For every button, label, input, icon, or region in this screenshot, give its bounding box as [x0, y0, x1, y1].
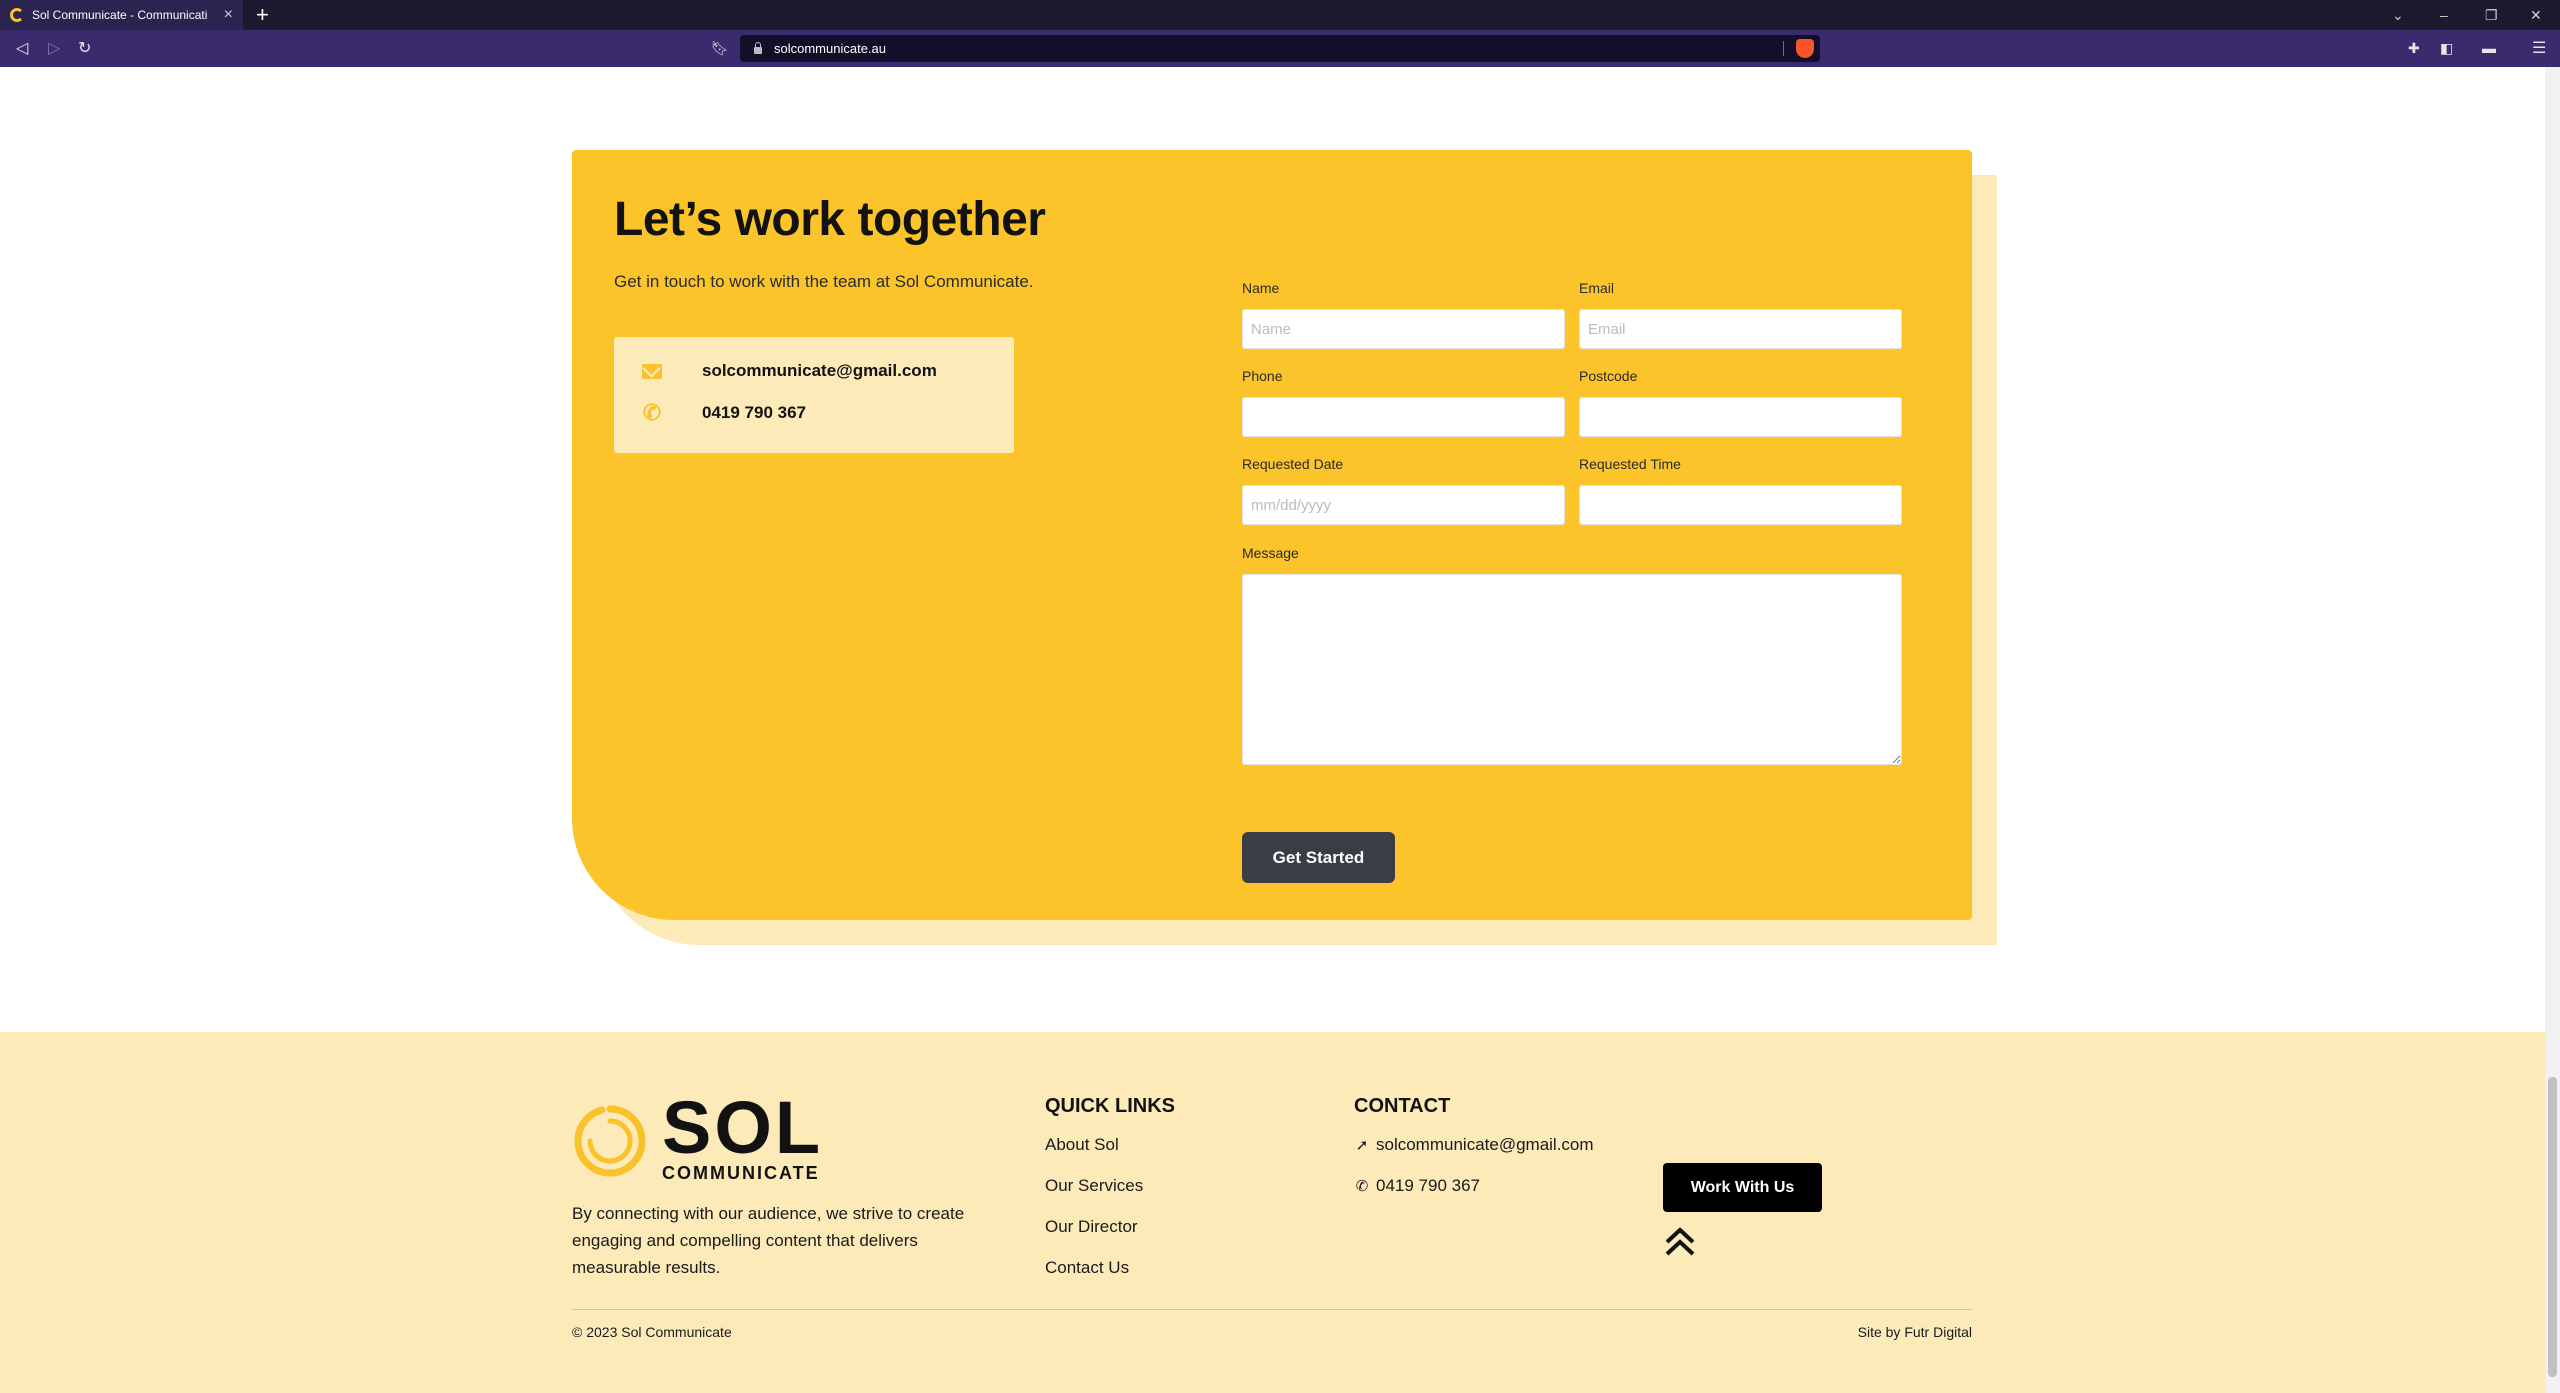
footer-link-about[interactable]: About Sol [1045, 1135, 1119, 1155]
paper-plane-icon: ➚ [1355, 1137, 1369, 1154]
bookmark-icon[interactable]: 🔖︎ [711, 30, 729, 67]
browser-tab-bar: Sol Communicate - Communicati × + ⌄ – ❐ … [0, 0, 2560, 30]
page-scrollbar[interactable] [2545, 67, 2560, 1393]
quick-links-heading: QUICK LINKS [1045, 1095, 1175, 1117]
forward-icon[interactable]: ▷ [48, 30, 60, 67]
contact-title: Let’s work together [614, 193, 1046, 246]
requested-date-label: Requested Date [1242, 456, 1344, 472]
contact-email-text: solcommunicate@gmail.com [702, 361, 937, 380]
browser-tab[interactable]: Sol Communicate - Communicati × [0, 0, 243, 30]
logo-main-text: SOL [662, 1086, 824, 1169]
page-content: Let’s work together Get in touch to work… [0, 67, 2545, 1393]
message-textarea[interactable] [1242, 574, 1902, 765]
contact-info-box: solcommunicate@gmail.com ✆ 0419 790 367 [614, 337, 1014, 453]
url-separator [1783, 41, 1784, 56]
name-label: Name [1242, 280, 1280, 296]
requested-date-input[interactable] [1242, 485, 1565, 525]
footer-link-contact[interactable]: Contact Us [1045, 1258, 1129, 1278]
extensions-icon[interactable]: ✚ [2408, 30, 2420, 67]
contact-heading: CONTACT [1354, 1095, 1451, 1117]
sol-favicon-icon [10, 8, 24, 22]
requested-time-input[interactable] [1579, 485, 1902, 525]
site-credit-link[interactable]: Site by Futr Digital [1858, 1324, 1972, 1340]
close-tab-icon[interactable]: × [224, 7, 233, 23]
footer-divider [572, 1309, 1972, 1310]
contact-subtitle: Get in touch to work with the team at So… [614, 272, 1034, 291]
footer-email[interactable]: ➚ solcommunicate@gmail.com [1354, 1135, 1594, 1155]
phone-icon: ✆ [642, 400, 662, 425]
name-input[interactable] [1242, 309, 1565, 349]
lock-icon [754, 41, 762, 54]
logo-wordmark: SOL COMMUNICATE [662, 1086, 824, 1184]
phone-input[interactable] [1242, 397, 1565, 437]
logo-sub-text: COMMUNICATE [662, 1163, 820, 1183]
menu-icon[interactable]: ☰ [2532, 30, 2546, 67]
get-started-button[interactable]: Get Started [1242, 832, 1395, 883]
tab-search-icon[interactable]: ⌄ [2392, 0, 2404, 30]
postcode-input[interactable] [1579, 397, 1902, 437]
minimize-icon[interactable]: – [2440, 0, 2448, 30]
message-label: Message [1242, 545, 1299, 561]
back-to-top-icon[interactable] [1663, 1222, 1697, 1262]
contact-phone-text: 0419 790 367 [702, 403, 806, 422]
footer-description: By connecting with our audience, we stri… [572, 1204, 965, 1277]
work-with-us-button[interactable]: Work With Us [1663, 1163, 1822, 1212]
contact-email-row[interactable]: solcommunicate@gmail.com [642, 361, 937, 381]
copyright-text: © 2023 Sol Communicate [572, 1324, 732, 1340]
sidebar-icon[interactable]: ◧ [2440, 30, 2453, 67]
address-bar[interactable]: solcommunicate.au [740, 35, 1820, 62]
phone-label: Phone [1242, 368, 1283, 384]
sun-swirl-logo-icon [574, 1105, 646, 1176]
contact-phone-row[interactable]: ✆ 0419 790 367 [642, 400, 806, 425]
tab-title: Sol Communicate - Communicati [32, 8, 208, 22]
requested-time-label: Requested Time [1579, 456, 1681, 472]
envelope-icon [642, 363, 662, 379]
footer-phone[interactable]: ✆ 0419 790 367 [1354, 1176, 1480, 1196]
footer-email-text: solcommunicate@gmail.com [1376, 1135, 1594, 1154]
url-text: solcommunicate.au [774, 41, 886, 56]
phone-icon: ✆ [1355, 1178, 1369, 1195]
close-window-icon[interactable]: ✕ [2530, 0, 2542, 30]
browser-toolbar: ◁ ▷ ↻ 🔖︎ solcommunicate.au ✚ ◧ ▬ ☰ [0, 30, 2560, 67]
new-tab-button[interactable]: + [256, 2, 269, 28]
restore-icon[interactable]: ❐ [2485, 0, 2498, 30]
email-label: Email [1579, 280, 1615, 296]
footer-link-services[interactable]: Our Services [1045, 1176, 1143, 1196]
contact-card: Let’s work together Get in touch to work… [572, 150, 1972, 920]
wallet-icon[interactable]: ▬ [2482, 30, 2496, 67]
footer-phone-text: 0419 790 367 [1376, 1176, 1480, 1195]
back-icon[interactable]: ◁ [16, 30, 28, 67]
reload-icon[interactable]: ↻ [78, 30, 91, 67]
postcode-label: Postcode [1579, 368, 1638, 384]
footer-link-director[interactable]: Our Director [1045, 1217, 1138, 1237]
email-input[interactable] [1579, 309, 1902, 349]
site-footer: SOL COMMUNICATE By connecting with our a… [0, 1032, 2545, 1393]
brave-shield-icon[interactable] [1796, 39, 1814, 58]
sol-communicate-logo[interactable]: SOL COMMUNICATE [572, 1086, 824, 1184]
scrollbar-thumb[interactable] [2548, 1077, 2557, 1377]
